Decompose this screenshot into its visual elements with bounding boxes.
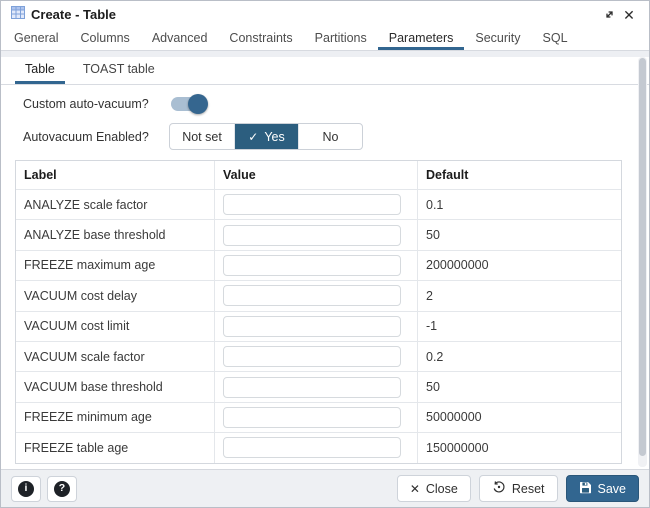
param-label: ANALYZE scale factor bbox=[16, 190, 214, 219]
tab-parameters[interactable]: Parameters bbox=[378, 28, 465, 50]
custom-autovacuum-toggle[interactable] bbox=[171, 97, 205, 111]
param-label: VACUUM base threshold bbox=[16, 372, 214, 401]
param-default: 0.1 bbox=[417, 190, 623, 219]
param-label: FREEZE table age bbox=[16, 433, 214, 462]
column-header-label: Label bbox=[16, 161, 214, 189]
subtab-toast-table[interactable]: TOAST table bbox=[73, 57, 165, 84]
param-default: -1 bbox=[417, 312, 623, 341]
segment-label: Yes bbox=[264, 130, 284, 144]
check-icon: ✓ bbox=[248, 130, 258, 144]
tab-sql[interactable]: SQL bbox=[532, 28, 579, 50]
parameters-table: LabelValueDefaultANALYZE scale factor0.1… bbox=[15, 160, 622, 464]
toggle-thumb bbox=[188, 94, 208, 114]
autovacuum-enabled-row: Autovacuum Enabled? Not set ✓ Yes No bbox=[1, 119, 649, 154]
segment-no[interactable]: No bbox=[298, 124, 362, 149]
table-row: FREEZE minimum age 50000000 bbox=[16, 402, 621, 432]
table-row: FREEZE table age 150000000 bbox=[16, 432, 621, 462]
param-default: 2 bbox=[417, 281, 623, 310]
save-button-label: Save bbox=[598, 482, 627, 496]
table-row: ANALYZE base threshold 50 bbox=[16, 219, 621, 249]
param-value-input[interactable] bbox=[223, 346, 401, 367]
table-icon bbox=[11, 6, 25, 24]
table-row: VACUUM cost limit -1 bbox=[16, 311, 621, 341]
info-icon: i bbox=[18, 481, 34, 497]
reset-button[interactable]: Reset bbox=[479, 475, 558, 502]
segment-label: Not set bbox=[182, 130, 222, 144]
tab-partitions[interactable]: Partitions bbox=[304, 28, 378, 50]
table-row: VACUUM base threshold 50 bbox=[16, 371, 621, 401]
param-label: FREEZE maximum age bbox=[16, 251, 214, 280]
create-table-dialog: Create - Table ✕ GeneralColumnsAdvancedC… bbox=[0, 0, 650, 508]
param-value-input[interactable] bbox=[223, 194, 401, 215]
table-row: ANALYZE scale factor 0.1 bbox=[16, 189, 621, 219]
param-label: FREEZE minimum age bbox=[16, 403, 214, 432]
reset-button-label: Reset bbox=[512, 482, 545, 496]
param-value-cell bbox=[214, 433, 417, 462]
dialog-tabbar: GeneralColumnsAdvancedConstraintsPartiti… bbox=[1, 28, 649, 51]
param-value-cell bbox=[214, 403, 417, 432]
tab-general[interactable]: General bbox=[3, 28, 69, 50]
maximize-icon[interactable] bbox=[599, 5, 619, 25]
param-value-input[interactable] bbox=[223, 437, 401, 458]
close-button[interactable]: ✕ Close bbox=[397, 475, 471, 502]
param-value-cell bbox=[214, 190, 417, 219]
autovacuum-enabled-label: Autovacuum Enabled? bbox=[23, 130, 169, 144]
param-label: VACUUM cost limit bbox=[16, 312, 214, 341]
titlebar: Create - Table ✕ bbox=[1, 1, 649, 28]
column-header-value: Value bbox=[214, 161, 417, 189]
table-header-row: LabelValueDefault bbox=[16, 161, 621, 189]
table-row: FREEZE maximum age 200000000 bbox=[16, 250, 621, 280]
close-x-icon: ✕ bbox=[410, 482, 420, 496]
segment-not-set[interactable]: Not set bbox=[170, 124, 234, 149]
param-value-input[interactable] bbox=[223, 316, 401, 337]
help-icon: ? bbox=[54, 481, 70, 497]
tab-columns[interactable]: Columns bbox=[69, 28, 140, 50]
param-default: 200000000 bbox=[417, 251, 623, 280]
param-value-cell bbox=[214, 342, 417, 371]
help-button[interactable]: ? bbox=[47, 476, 77, 502]
tab-constraints[interactable]: Constraints bbox=[218, 28, 303, 50]
param-default: 50000000 bbox=[417, 403, 623, 432]
param-label: ANALYZE base threshold bbox=[16, 220, 214, 249]
param-value-input[interactable] bbox=[223, 225, 401, 246]
subtab-table[interactable]: Table bbox=[15, 57, 65, 84]
save-icon bbox=[579, 481, 592, 497]
vertical-scrollbar[interactable] bbox=[638, 57, 647, 467]
custom-autovacuum-label: Custom auto-vacuum? bbox=[23, 97, 169, 111]
table-row: VACUUM scale factor 0.2 bbox=[16, 341, 621, 371]
param-value-input[interactable] bbox=[223, 285, 401, 306]
dialog-footer: i ? ✕ Close Reset bbox=[1, 469, 649, 507]
param-value-cell bbox=[214, 220, 417, 249]
save-button[interactable]: Save bbox=[566, 475, 640, 502]
tab-advanced[interactable]: Advanced bbox=[141, 28, 219, 50]
param-value-cell bbox=[214, 281, 417, 310]
param-label: VACUUM scale factor bbox=[16, 342, 214, 371]
parameters-subtabs: Table TOAST table bbox=[1, 57, 649, 85]
param-value-input[interactable] bbox=[223, 407, 401, 428]
close-icon[interactable]: ✕ bbox=[619, 5, 639, 25]
param-value-input[interactable] bbox=[223, 377, 401, 398]
tab-security[interactable]: Security bbox=[464, 28, 531, 50]
column-header-default: Default bbox=[417, 161, 623, 189]
param-value-cell bbox=[214, 251, 417, 280]
param-value-cell bbox=[214, 312, 417, 341]
parameters-panel: Table TOAST table Custom auto-vacuum? Aut… bbox=[1, 51, 649, 469]
window-title: Create - Table bbox=[31, 7, 116, 22]
param-value-cell bbox=[214, 372, 417, 401]
reset-icon bbox=[492, 480, 506, 497]
param-default: 50 bbox=[417, 372, 623, 401]
autovacuum-enabled-segmented: Not set ✓ Yes No bbox=[169, 123, 363, 150]
param-value-input[interactable] bbox=[223, 255, 401, 276]
param-default: 150000000 bbox=[417, 433, 623, 462]
segment-yes[interactable]: ✓ Yes bbox=[234, 124, 298, 149]
segment-label: No bbox=[323, 130, 339, 144]
table-row: VACUUM cost delay 2 bbox=[16, 280, 621, 310]
param-default: 0.2 bbox=[417, 342, 623, 371]
param-label: VACUUM cost delay bbox=[16, 281, 214, 310]
scrollbar-thumb[interactable] bbox=[639, 58, 646, 456]
param-default: 50 bbox=[417, 220, 623, 249]
info-button[interactable]: i bbox=[11, 476, 41, 502]
close-button-label: Close bbox=[426, 482, 458, 496]
custom-autovacuum-row: Custom auto-vacuum? bbox=[1, 88, 649, 119]
